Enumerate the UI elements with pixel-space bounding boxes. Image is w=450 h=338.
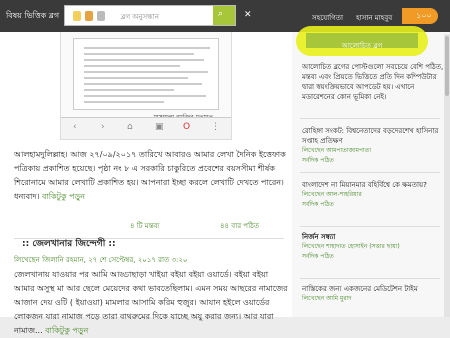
sidebar-item[interactable]: নাস্তিকের জন্য একজনের মেডিটেশন টাইম লিখে… (302, 284, 444, 304)
sidebar-item-all[interactable]: সর্বদিক পঠিত (302, 200, 444, 210)
sidebar-item[interactable]: বাংলাদেশ না মিয়ানমার বহির্বিশ্বে কে ক্ষ… (302, 180, 444, 210)
discussed-blogs-label: আলোচিত ব্লগ (341, 42, 383, 50)
post-excerpt-2: জেলখানায় যাওয়ার পর আমি আড্ডাছাড়া খাইয… (14, 268, 290, 338)
search-icon: ⌕ (218, 9, 224, 19)
folder-icon[interactable] (73, 11, 81, 21)
sidebar-item-author[interactable]: লিখেছেন আল-শাহরিয়ার (302, 190, 444, 200)
brand-link[interactable]: বিষয় ভিত্তিক ব্লগ (6, 10, 59, 23)
sidebar-item-author[interactable]: লিখেছেন আমি মুরাদ (302, 294, 444, 304)
sidebar-item-title[interactable]: বাংলাদেশ না মিয়ানমার বহির্বিশ্বে কে ক্ষ… (302, 180, 444, 190)
sidebar-item-title[interactable]: নাস্তিকের জন্য একজনের মেডিটেশন টাইম (302, 284, 444, 294)
sidebar-item[interactable]: রোহিঙ্গা সংকট: বিশ্বনেতাদের বড়দেরশেখ হা… (302, 126, 444, 166)
home-icon: ⌂ (127, 122, 133, 132)
sidebar-item-title[interactable]: নির্জন সন্ধ্যা (302, 232, 444, 242)
badge-count: ১০০ (416, 11, 432, 20)
sidebar-item[interactable]: নির্জন সন্ধ্যা লিখেছেন শাহাদাত হোসাইন (স… (302, 232, 444, 262)
phone-nav-bar: ‹ › ⌂ ▣ O ⋮ (61, 117, 231, 139)
sidebar-item-title[interactable]: রোহিঙ্গা সংকট: বিশ্বনেতাদের বড়দেরশেখ হা… (302, 126, 444, 146)
sidebar-item-all[interactable]: সর্বদিক পঠিত (302, 156, 444, 166)
sidebar-info: আলোচিত ব্লগের পোস্টগুলো সবচেয়ে বেশি পঠি… (302, 62, 444, 102)
post-excerpt: আলহামদুলিল্লাহ। আজ ২৭/০৯/২০১৭ তারিখে আবা… (14, 148, 290, 204)
phone-screenshot: মাসয়ালা ব্যাক্তির মতামত ‹ › ⌂ ▣ O ⋮ (60, 32, 232, 140)
scrollbar-thumb[interactable] (445, 36, 449, 96)
sidebar-item-author[interactable]: লিখেছেন শাহাদাত হোসাইন (সত্তার ছায়া) (302, 242, 444, 252)
sidebar-item-author[interactable]: লিখেছেন আমপাতাজামপাতা (302, 146, 444, 156)
phone-article-image (73, 38, 219, 110)
read-more-link-2[interactable]: বাকিটুকু পড়ুন (45, 326, 88, 335)
post-title[interactable]: :: জেলখানার জিন্দেগী :: (22, 236, 116, 251)
back-icon: ‹ (73, 122, 77, 132)
post-date[interactable]: লিখেছেন জিলানি রহমান, ২৭ শে সেপ্টেম্বর, … (14, 254, 188, 266)
image-icon[interactable] (97, 11, 105, 21)
discussed-blogs-tab[interactable]: আলোচিত ব্লগ (306, 33, 418, 50)
read-more-link[interactable]: বাকিটুকু পড়ুন (42, 192, 85, 201)
search-box[interactable]: ব্লগ অনুসন্ধান ⌕ (64, 5, 236, 26)
search-input[interactable]: ব্লগ অনুসন্ধান (121, 11, 159, 23)
close-icon[interactable]: ✕ (244, 10, 252, 20)
scrollbar[interactable] (444, 34, 450, 317)
search-button[interactable]: ⌕ (213, 6, 235, 25)
tabs-icon: ▣ (155, 122, 164, 132)
user-icon[interactable] (85, 11, 93, 21)
forward-icon: › (101, 122, 105, 132)
help-link[interactable]: সহযোগিতা (312, 12, 343, 24)
read-count: ৪৪ বার পঠিত (220, 222, 260, 230)
sidebar-item-all[interactable]: সর্বদিক পঠিত (302, 252, 444, 262)
opera-icon: O (183, 122, 191, 132)
sidebar-info-text: আলোচিত ব্লগের পোস্টগুলো সবচেয়ে বেশি পঠি… (302, 63, 444, 101)
menu-icon: ⋮ (211, 122, 220, 132)
comments-link[interactable]: ৪ টি মন্তব্য (130, 220, 159, 232)
notification-badge[interactable]: ১০০ (402, 8, 438, 24)
user-name[interactable]: হাসান মাহবুব (356, 12, 392, 24)
